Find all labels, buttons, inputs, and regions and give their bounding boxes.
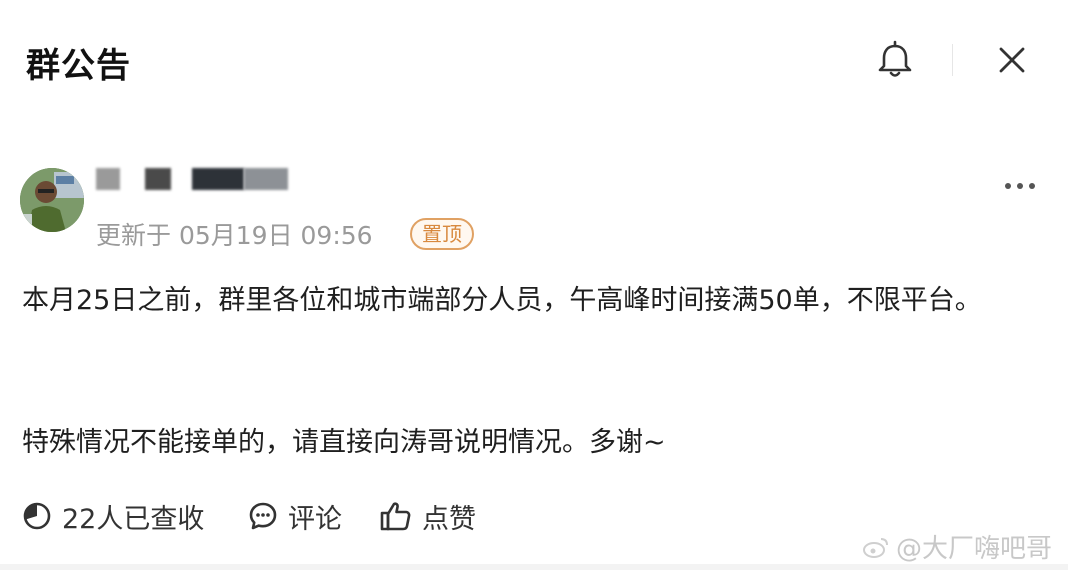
announcement-paragraph: 本月25日之前，群里各位和城市端部分人员，午高峰时间接满50单，不限平台。 (22, 285, 982, 316)
username-blurred (145, 168, 171, 190)
username-blurred (192, 168, 244, 190)
read-status-button[interactable]: 22人已查收 (22, 490, 204, 542)
more-horizontal-icon (1005, 183, 1035, 189)
more-options-button[interactable] (1000, 176, 1040, 196)
username-blurred (244, 168, 288, 190)
weibo-logo-icon (863, 537, 888, 558)
notification-button[interactable] (873, 40, 917, 80)
watermark-text: @大厂嗨吧哥 (896, 534, 1053, 564)
like-label: 点赞 (422, 503, 476, 535)
like-button[interactable]: 点赞 (380, 490, 476, 542)
watermark: @大厂嗨吧哥 (862, 528, 1052, 565)
bell-icon (878, 40, 912, 77)
bottom-divider (0, 564, 1068, 570)
announcement-header: 群公告 (0, 0, 1068, 120)
read-count-label: 22人已查收 (62, 503, 205, 535)
pinned-badge: 置顶 (410, 218, 474, 250)
avatar-image (20, 168, 84, 232)
avatar[interactable] (20, 168, 84, 232)
close-button[interactable] (992, 40, 1032, 80)
thumbs-up-icon (380, 502, 411, 531)
username-blurred (96, 168, 120, 190)
update-timestamp: 更新于 05月19日 09:56 (96, 221, 373, 250)
comment-label: 评论 (288, 503, 342, 535)
header-divider (952, 44, 953, 76)
read-progress-icon (23, 502, 51, 530)
page-title: 群公告 (26, 46, 131, 86)
comment-button[interactable]: 评论 (248, 490, 342, 542)
announcement-paragraph: 特殊情况不能接单的，请直接向涛哥说明情况。多谢~ (22, 427, 666, 458)
close-icon (999, 47, 1025, 73)
comment-icon (249, 502, 277, 530)
